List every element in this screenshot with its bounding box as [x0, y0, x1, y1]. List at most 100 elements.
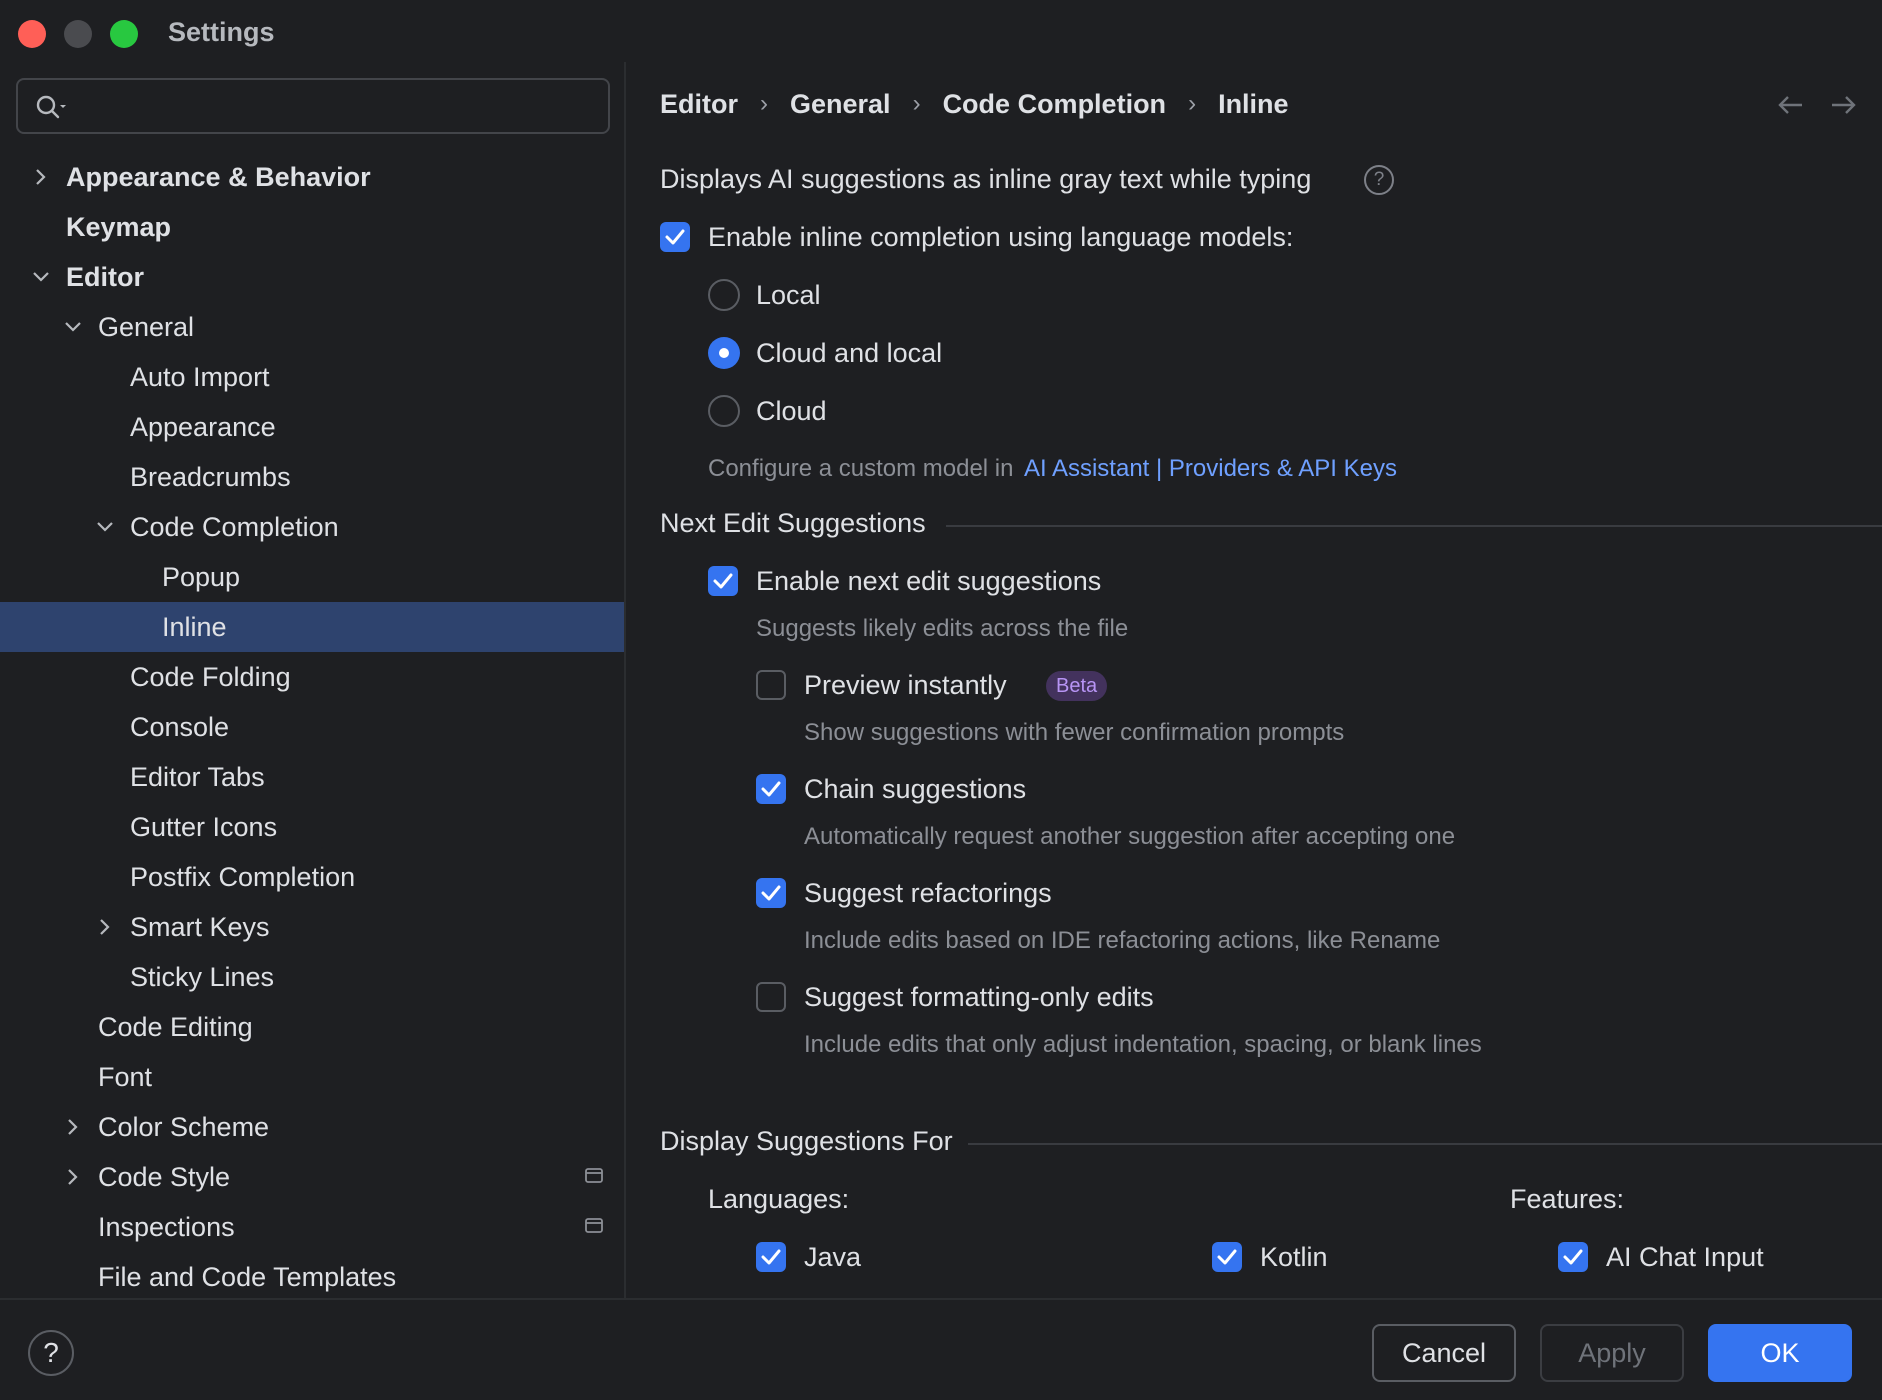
preview-instantly-hint: Show suggestions with fewer confirmation…	[804, 719, 1345, 746]
radio-cloud-and-local-label[interactable]: Cloud and local	[756, 338, 942, 369]
forward-arrow-icon[interactable]	[1828, 90, 1858, 120]
back-arrow-icon[interactable]	[1776, 90, 1806, 120]
breadcrumb-general[interactable]: General	[790, 89, 891, 120]
sidebar-item-label: Smart Keys	[130, 912, 270, 942]
apply-button[interactable]: Apply	[1540, 1324, 1684, 1382]
settings-window: Settings Appearance & Behavior Keymap Edit…	[0, 0, 1882, 1400]
kotlin-label[interactable]: Kotlin	[1260, 1242, 1328, 1273]
sidebar-item-editor[interactable]: Editor	[0, 252, 624, 302]
radio-local[interactable]	[708, 279, 740, 311]
checkmark-icon	[1217, 1249, 1237, 1265]
chevron-down-icon[interactable]	[30, 266, 52, 288]
display-section-title: Display Suggestions For	[660, 1126, 953, 1156]
sidebar-item-postfix-completion[interactable]: Postfix Completion	[0, 852, 624, 902]
sidebar-item-label: File and Code Templates	[98, 1262, 397, 1292]
enable-nes-label[interactable]: Enable next edit suggestions	[756, 566, 1101, 597]
sidebar-item-color-scheme[interactable]: Color Scheme	[0, 1102, 624, 1152]
settings-search-box[interactable]	[16, 78, 610, 134]
chevron-right-icon[interactable]	[62, 1116, 84, 1138]
sidebar-item-label: Popup	[162, 562, 241, 592]
features-label: Features:	[1510, 1184, 1625, 1214]
sidebar-item-file-and-code-templates[interactable]: File and Code Templates	[0, 1252, 624, 1298]
breadcrumb-code-completion[interactable]: Code Completion	[943, 89, 1167, 120]
close-window-button[interactable]	[18, 20, 46, 48]
chevron-down-icon[interactable]	[62, 316, 84, 338]
sidebar-item-editor-tabs[interactable]: Editor Tabs	[0, 752, 624, 802]
custom-model-prefix: Configure a custom model in	[708, 455, 1014, 482]
sidebar-item-code-style[interactable]: Code Style	[0, 1152, 624, 1202]
sidebar-item-general[interactable]: General	[0, 302, 624, 352]
sidebar-item-label: Appearance	[130, 412, 276, 442]
chain-suggestions-checkbox[interactable]	[756, 774, 786, 804]
sidebar-item-label: Code Editing	[98, 1012, 253, 1042]
sidebar-item-label: Sticky Lines	[130, 962, 275, 992]
breadcrumb: Editor › General › Code Completion › Inline	[660, 84, 1289, 124]
nes-section-divider	[946, 525, 1882, 527]
sidebar-item-label: Code Folding	[130, 662, 291, 692]
checkmark-icon	[761, 885, 781, 901]
java-checkbox[interactable]	[756, 1242, 786, 1272]
chevron-down-icon[interactable]	[94, 516, 116, 538]
sidebar-item-label: Auto Import	[130, 362, 270, 392]
chain-suggestions-label[interactable]: Chain suggestions	[804, 774, 1026, 805]
enable-inline-label[interactable]: Enable inline completion using language …	[708, 222, 1293, 253]
breadcrumb-editor[interactable]: Editor	[660, 89, 738, 120]
providers-api-keys-link[interactable]: AI Assistant | Providers & API Keys	[1024, 455, 1397, 482]
sidebar-item-inspections[interactable]: Inspections	[0, 1202, 624, 1252]
project-scope-icon	[585, 1218, 603, 1233]
breadcrumb-inline[interactable]: Inline	[1218, 89, 1289, 120]
chevron-right-icon[interactable]	[62, 1166, 84, 1188]
sidebar-item-appearance-behavior[interactable]: Appearance & Behavior	[0, 152, 624, 202]
suggest-refactorings-label[interactable]: Suggest refactorings	[804, 878, 1052, 909]
chevron-right-icon[interactable]	[94, 916, 116, 938]
settings-search-input[interactable]	[80, 88, 590, 124]
sidebar-item-label: Editor Tabs	[130, 762, 265, 792]
sidebar-item-label: Font	[98, 1062, 153, 1092]
display-section-divider	[968, 1143, 1882, 1145]
enable-inline-checkbox[interactable]	[660, 222, 690, 252]
maximize-window-button[interactable]	[110, 20, 138, 48]
sidebar-item-gutter-icons[interactable]: Gutter Icons	[0, 802, 624, 852]
sidebar-item-sticky-lines[interactable]: Sticky Lines	[0, 952, 624, 1002]
radio-cloud-label[interactable]: Cloud	[756, 396, 827, 427]
checkmark-icon	[761, 781, 781, 797]
sidebar-item-code-folding[interactable]: Code Folding	[0, 652, 624, 702]
sidebar-item-code-editing[interactable]: Code Editing	[0, 1002, 624, 1052]
sidebar-item-label: Inline	[162, 612, 227, 642]
checkmark-icon	[1563, 1249, 1583, 1265]
enable-nes-checkbox[interactable]	[708, 566, 738, 596]
ai-chat-input-label[interactable]: AI Chat Input	[1606, 1242, 1764, 1273]
ok-button[interactable]: OK	[1708, 1324, 1852, 1382]
sidebar-item-popup[interactable]: Popup	[0, 552, 624, 602]
java-label[interactable]: Java	[804, 1242, 861, 1273]
minimize-window-button[interactable]	[64, 20, 92, 48]
chain-suggestions-hint: Automatically request another suggestion…	[804, 823, 1456, 850]
sidebar-item-inline[interactable]: Inline	[0, 602, 624, 652]
sidebar-item-label: Keymap	[66, 212, 172, 242]
sidebar-item-font[interactable]: Font	[0, 1052, 624, 1102]
radio-local-label[interactable]: Local	[756, 280, 821, 311]
checkmark-icon	[665, 229, 685, 245]
sidebar-item-label: Console	[130, 712, 230, 742]
suggest-formatting-label[interactable]: Suggest formatting-only edits	[804, 982, 1154, 1013]
suggest-formatting-checkbox[interactable]	[756, 982, 786, 1012]
preview-instantly-checkbox[interactable]	[756, 670, 786, 700]
sidebar-item-smart-keys[interactable]: Smart Keys	[0, 902, 624, 952]
ai-chat-input-checkbox[interactable]	[1558, 1242, 1588, 1272]
sidebar-item-breadcrumbs[interactable]: Breadcrumbs	[0, 452, 624, 502]
suggest-refactorings-checkbox[interactable]	[756, 878, 786, 908]
cancel-button[interactable]: Cancel	[1372, 1324, 1516, 1382]
settings-content: Editor › General › Code Completion › Inline Di…	[628, 62, 1882, 1298]
radio-cloud[interactable]	[708, 395, 740, 427]
help-button[interactable]: ?	[28, 1330, 74, 1376]
preview-instantly-label[interactable]: Preview instantly	[804, 670, 1007, 701]
sidebar-item-console[interactable]: Console	[0, 702, 624, 752]
sidebar-item-appearance[interactable]: Appearance	[0, 402, 624, 452]
radio-cloud-and-local[interactable]	[708, 337, 740, 369]
sidebar-item-code-completion[interactable]: Code Completion	[0, 502, 624, 552]
kotlin-checkbox[interactable]	[1212, 1242, 1242, 1272]
sidebar-item-auto-import[interactable]: Auto Import	[0, 352, 624, 402]
sidebar-item-keymap[interactable]: Keymap	[0, 202, 624, 252]
help-question-icon[interactable]: ?	[1364, 165, 1394, 195]
chevron-right-icon[interactable]	[30, 166, 52, 188]
